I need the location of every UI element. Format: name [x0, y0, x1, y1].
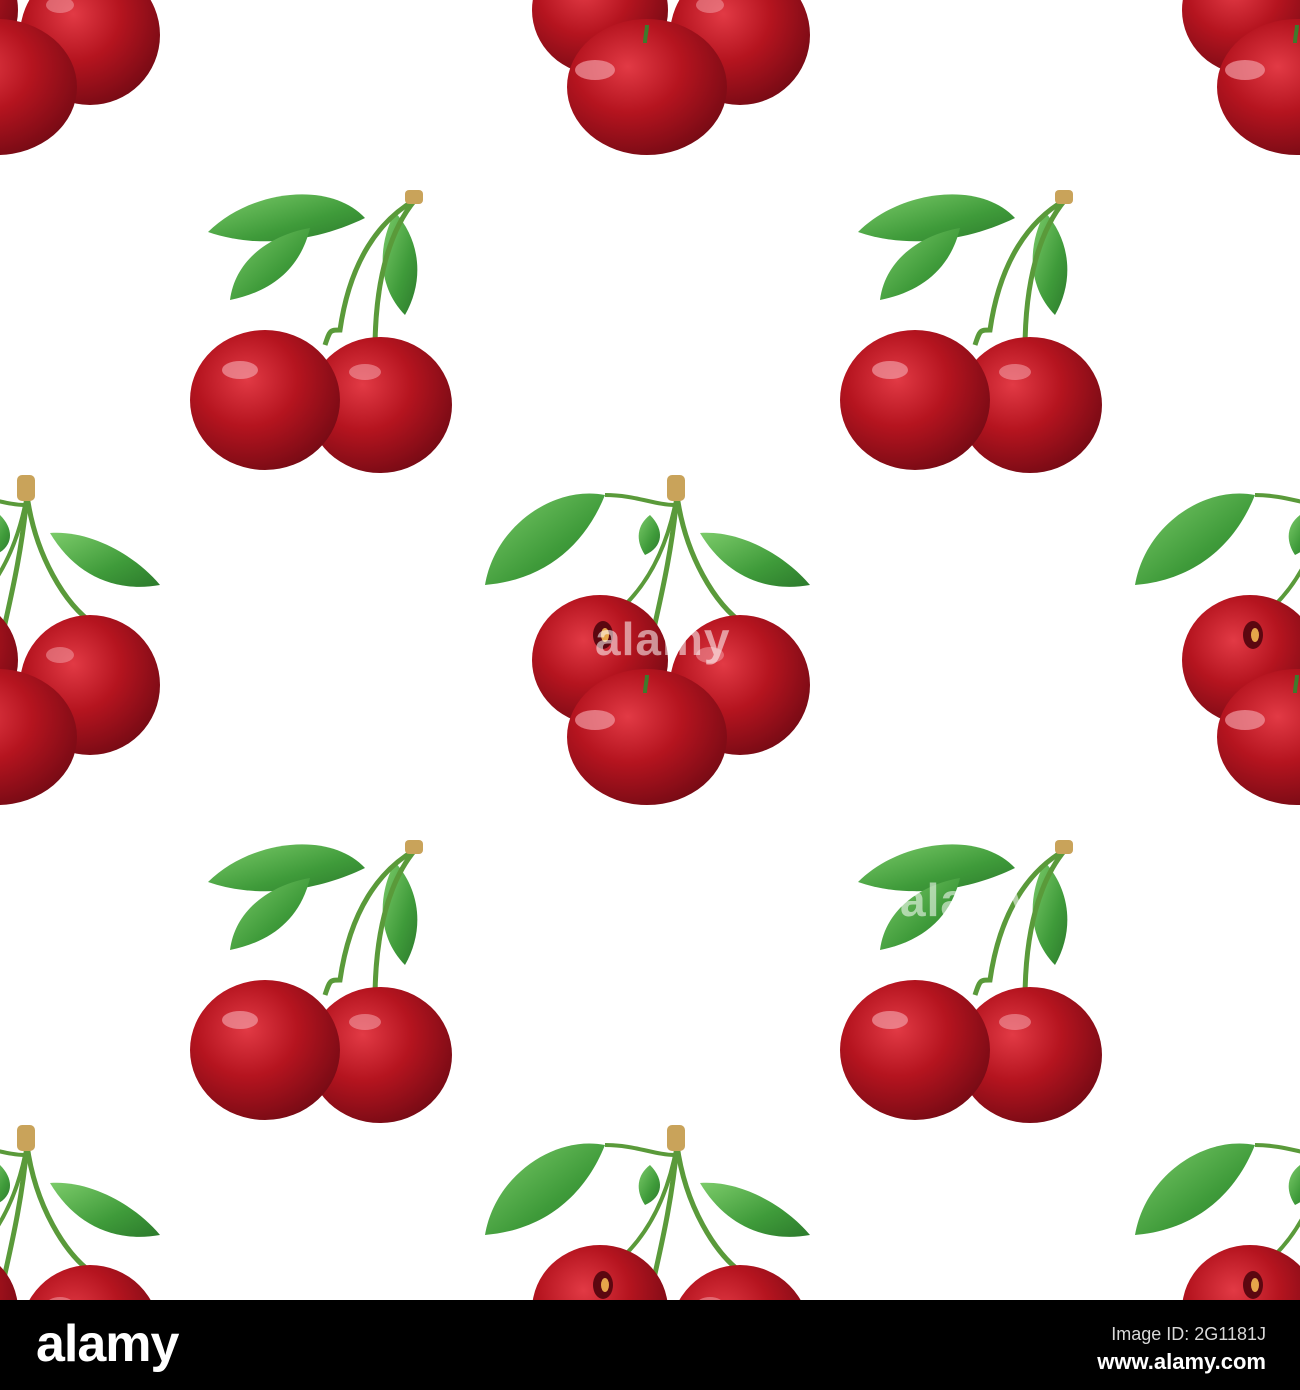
cherry-triple-bottom-right	[1135, 1125, 1300, 1300]
image-id-label: Image ID: 2G1181J	[1111, 1324, 1266, 1344]
cherry-triple-left-middle	[0, 475, 160, 805]
cherry-triple-top	[485, 0, 810, 155]
cherry-triple-center	[485, 475, 810, 805]
cherry-triple-top-right	[1135, 0, 1300, 155]
cherry-triple-bottom	[485, 1125, 810, 1300]
cherry-triple-top-left	[0, 0, 160, 155]
cherry-pair-3	[190, 840, 452, 1123]
alamy-footer-bar: alamy Image ID: 2G1181J www.alamy.com	[0, 1300, 1300, 1390]
cherry-triple-bottom-left	[0, 1125, 160, 1300]
cherry-pair-1	[190, 190, 452, 473]
site-url[interactable]: www.alamy.com	[1097, 1349, 1266, 1375]
image-id-value: 2G1181J	[1194, 1324, 1266, 1344]
cherry-pattern-artwork: alamy alamy	[0, 0, 1300, 1300]
image-id-block: Image ID: 2G1181J www.alamy.com	[1097, 1324, 1266, 1375]
cherry-triple-right-middle	[1135, 475, 1300, 805]
cherry-pair-4	[840, 840, 1102, 1123]
alamy-logo[interactable]: alamy	[36, 1314, 179, 1374]
cherry-pair-2	[840, 190, 1102, 473]
